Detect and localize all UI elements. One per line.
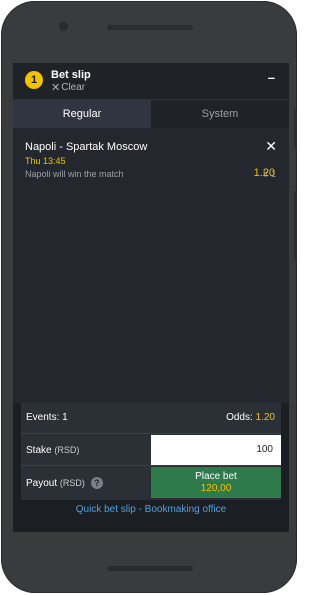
odds-label: Odds: <box>226 412 253 423</box>
bet-count-badge: 1 <box>25 71 43 89</box>
tab-regular[interactable]: Regular <box>13 100 151 128</box>
match-name: Napoli - Spartak Moscow <box>25 141 148 153</box>
match-time: Thu 13:45 <box>25 156 66 166</box>
quick-bet-slip-link[interactable]: Quick bet slip - Bookmaking office <box>13 504 289 515</box>
bet-slip-footer: Events: 1 Odds: 1.20 Stake (RSD) 100 Pay… <box>13 403 289 532</box>
payout-label-group: Payout (RSD) ? <box>26 477 103 489</box>
payout-value: 120,00 <box>200 483 232 494</box>
bet-slip-header: 1 Bet slip ✕ Clear – <box>13 63 289 100</box>
payout-label: Payout <box>26 477 58 489</box>
stake-label: Stake <box>26 445 52 456</box>
bet-type-tabs: Regular System <box>13 100 289 128</box>
clear-button[interactable]: ✕ Clear <box>51 82 85 93</box>
bottom-speaker-grille <box>107 566 193 571</box>
stake-unit: (RSD) <box>54 445 80 455</box>
selection-odd: 1.20 <box>253 167 275 179</box>
payout-unit: (RSD) <box>59 478 85 488</box>
events-count: Events: 1 <box>26 412 68 423</box>
phone-frame: 1 Bet slip ✕ Clear – Regular System Napo… <box>1 1 297 593</box>
place-bet-button[interactable]: Place bet 120,00 <box>151 467 281 498</box>
volume-button <box>294 109 297 149</box>
summary-row-stake: Stake (RSD) 100 <box>21 435 281 466</box>
clear-label: Clear <box>61 82 86 93</box>
total-odds: Odds: 1.20 <box>226 412 275 423</box>
help-icon[interactable]: ? <box>90 477 103 489</box>
stake-input[interactable]: 100 <box>151 435 281 465</box>
bet-slip-title: Bet slip <box>51 69 91 81</box>
summary-row-events: Events: 1 Odds: 1.20 <box>21 403 281 434</box>
stake-label-group: Stake (RSD) <box>26 445 79 456</box>
close-icon: ✕ <box>51 81 61 94</box>
summary-panel: Events: 1 Odds: 1.20 Stake (RSD) 100 Pay… <box>21 403 281 500</box>
odds-value: 1.20 <box>255 412 275 423</box>
remove-bet-icon[interactable]: ✕ <box>265 139 277 153</box>
bet-slip-screen: 1 Bet slip ✕ Clear – Regular System Napo… <box>13 63 289 532</box>
place-bet-label: Place bet <box>195 471 237 482</box>
bet-item: Napoli - Spartak Moscow Thu 13:45 Napoli… <box>13 129 289 189</box>
tab-system[interactable]: System <box>151 100 289 128</box>
power-button <box>294 191 297 261</box>
camera-icon <box>59 22 68 31</box>
summary-row-payout: Payout (RSD) ? Place bet 120,00 <box>21 467 281 498</box>
minimize-icon[interactable]: – <box>268 70 275 85</box>
selection-text: Napoli will win the match <box>25 169 124 179</box>
speaker-grille <box>107 25 193 30</box>
